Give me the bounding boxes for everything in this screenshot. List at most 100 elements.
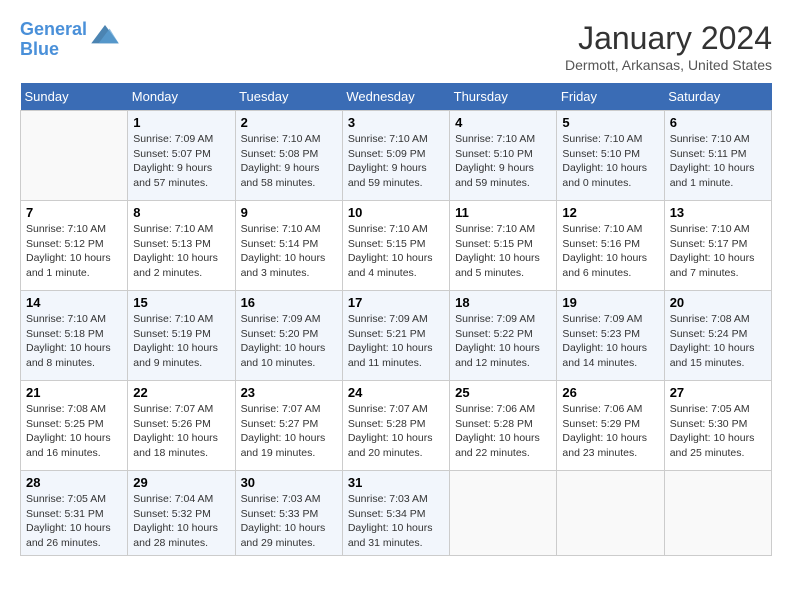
- calendar-week-2: 7Sunrise: 7:10 AMSunset: 5:12 PMDaylight…: [21, 201, 772, 291]
- day-number: 12: [562, 205, 658, 220]
- calendar-cell: 26 Sunrise: 7:06 AMSunset: 5:29 PMDayligh…: [557, 381, 664, 471]
- calendar-cell: 1 Sunrise: 7:09 AMSunset: 5:07 PMDaylight…: [128, 111, 235, 201]
- calendar-week-1: 1 Sunrise: 7:09 AMSunset: 5:07 PMDaylight…: [21, 111, 772, 201]
- location: Dermott, Arkansas, United States: [565, 57, 772, 73]
- calendar-cell: 8 Sunrise: 7:10 AMSunset: 5:13 PMDaylight…: [128, 201, 235, 291]
- day-number: 8: [133, 205, 229, 220]
- cell-sun-info: Sunrise: 7:08 AMSunset: 5:24 PMDaylight:…: [670, 312, 766, 371]
- calendar-cell: 9 Sunrise: 7:10 AMSunset: 5:14 PMDaylight…: [235, 201, 342, 291]
- calendar-cell: 7Sunrise: 7:10 AMSunset: 5:12 PMDaylight…: [21, 201, 128, 291]
- calendar-cell: 23 Sunrise: 7:07 AMSunset: 5:27 PMDayligh…: [235, 381, 342, 471]
- calendar-week-5: 28 Sunrise: 7:05 AMSunset: 5:31 PMDayligh…: [21, 471, 772, 556]
- calendar-cell: 17Sunrise: 7:09 AMSunset: 5:21 PMDayligh…: [342, 291, 449, 381]
- calendar-cell: 2Sunrise: 7:10 AMSunset: 5:08 PMDaylight…: [235, 111, 342, 201]
- cell-sun-info: Sunrise: 7:10 AMSunset: 5:10 PMDaylight:…: [455, 132, 551, 191]
- calendar-week-3: 14Sunrise: 7:10 AMSunset: 5:18 PMDayligh…: [21, 291, 772, 381]
- cell-sun-info: Sunrise: 7:09 AMSunset: 5:20 PMDaylight:…: [241, 312, 337, 371]
- cell-sun-info: Sunrise: 7:07 AMSunset: 5:28 PMDaylight:…: [348, 402, 444, 461]
- day-number: 6: [670, 115, 766, 130]
- calendar-cell: 20Sunrise: 7:08 AMSunset: 5:24 PMDayligh…: [664, 291, 771, 381]
- calendar-cell: 24 Sunrise: 7:07 AMSunset: 5:28 PMDayligh…: [342, 381, 449, 471]
- calendar-week-4: 21Sunrise: 7:08 AMSunset: 5:25 PMDayligh…: [21, 381, 772, 471]
- day-header-monday: Monday: [128, 83, 235, 111]
- day-number: 9: [241, 205, 337, 220]
- day-number: 25: [455, 385, 551, 400]
- cell-sun-info: Sunrise: 7:03 AMSunset: 5:33 PMDaylight:…: [241, 492, 337, 551]
- cell-sun-info: Sunrise: 7:07 AMSunset: 5:26 PMDaylight:…: [133, 402, 229, 461]
- calendar-cell: 14Sunrise: 7:10 AMSunset: 5:18 PMDayligh…: [21, 291, 128, 381]
- day-header-thursday: Thursday: [450, 83, 557, 111]
- day-number: 16: [241, 295, 337, 310]
- cell-sun-info: Sunrise: 7:09 AMSunset: 5:23 PMDaylight:…: [562, 312, 658, 371]
- day-header-friday: Friday: [557, 83, 664, 111]
- day-header-tuesday: Tuesday: [235, 83, 342, 111]
- day-number: 29: [133, 475, 229, 490]
- day-number: 24: [348, 385, 444, 400]
- cell-sun-info: Sunrise: 7:10 AMSunset: 5:17 PMDaylight:…: [670, 222, 766, 281]
- calendar-cell: 16 Sunrise: 7:09 AMSunset: 5:20 PMDayligh…: [235, 291, 342, 381]
- calendar-cell: 4 Sunrise: 7:10 AMSunset: 5:10 PMDaylight…: [450, 111, 557, 201]
- day-header-saturday: Saturday: [664, 83, 771, 111]
- title-area: January 2024 Dermott, Arkansas, United S…: [565, 20, 772, 73]
- day-number: 21: [26, 385, 122, 400]
- calendar-cell: 13Sunrise: 7:10 AMSunset: 5:17 PMDayligh…: [664, 201, 771, 291]
- cell-sun-info: Sunrise: 7:05 AMSunset: 5:31 PMDaylight:…: [26, 492, 122, 551]
- calendar-header-row: SundayMondayTuesdayWednesdayThursdayFrid…: [21, 83, 772, 111]
- cell-sun-info: Sunrise: 7:10 AMSunset: 5:13 PMDaylight:…: [133, 222, 229, 281]
- calendar-cell: 12Sunrise: 7:10 AMSunset: 5:16 PMDayligh…: [557, 201, 664, 291]
- logo: General Blue: [20, 20, 119, 60]
- cell-sun-info: Sunrise: 7:10 AMSunset: 5:15 PMDaylight:…: [348, 222, 444, 281]
- cell-sun-info: Sunrise: 7:10 AMSunset: 5:18 PMDaylight:…: [26, 312, 122, 371]
- calendar-cell: 28 Sunrise: 7:05 AMSunset: 5:31 PMDayligh…: [21, 471, 128, 556]
- calendar-cell: [664, 471, 771, 556]
- day-number: 31: [348, 475, 444, 490]
- calendar-cell: 22 Sunrise: 7:07 AMSunset: 5:26 PMDayligh…: [128, 381, 235, 471]
- day-number: 26: [562, 385, 658, 400]
- day-number: 18: [455, 295, 551, 310]
- day-number: 23: [241, 385, 337, 400]
- day-number: 4: [455, 115, 551, 130]
- day-number: 19: [562, 295, 658, 310]
- day-number: 17: [348, 295, 444, 310]
- calendar-cell: 25 Sunrise: 7:06 AMSunset: 5:28 PMDayligh…: [450, 381, 557, 471]
- calendar-cell: 19 Sunrise: 7:09 AMSunset: 5:23 PMDayligh…: [557, 291, 664, 381]
- month-title: January 2024: [565, 20, 772, 57]
- calendar-table: SundayMondayTuesdayWednesdayThursdayFrid…: [20, 83, 772, 556]
- cell-sun-info: Sunrise: 7:06 AMSunset: 5:29 PMDaylight:…: [562, 402, 658, 461]
- calendar-cell: [557, 471, 664, 556]
- calendar-cell: 27 Sunrise: 7:05 AMSunset: 5:30 PMDayligh…: [664, 381, 771, 471]
- day-number: 3: [348, 115, 444, 130]
- calendar-cell: 5Sunrise: 7:10 AMSunset: 5:10 PMDaylight…: [557, 111, 664, 201]
- calendar-cell: [450, 471, 557, 556]
- day-number: 22: [133, 385, 229, 400]
- logo-text: General Blue: [20, 20, 87, 60]
- cell-sun-info: Sunrise: 7:10 AMSunset: 5:09 PMDaylight:…: [348, 132, 444, 191]
- calendar-cell: 10Sunrise: 7:10 AMSunset: 5:15 PMDayligh…: [342, 201, 449, 291]
- calendar-cell: 18 Sunrise: 7:09 AMSunset: 5:22 PMDayligh…: [450, 291, 557, 381]
- day-number: 2: [241, 115, 337, 130]
- calendar-cell: 15Sunrise: 7:10 AMSunset: 5:19 PMDayligh…: [128, 291, 235, 381]
- cell-sun-info: Sunrise: 7:06 AMSunset: 5:28 PMDaylight:…: [455, 402, 551, 461]
- cell-sun-info: Sunrise: 7:03 AMSunset: 5:34 PMDaylight:…: [348, 492, 444, 551]
- day-number: 11: [455, 205, 551, 220]
- day-number: 27: [670, 385, 766, 400]
- calendar-cell: 11Sunrise: 7:10 AMSunset: 5:15 PMDayligh…: [450, 201, 557, 291]
- cell-sun-info: Sunrise: 7:10 AMSunset: 5:10 PMDaylight:…: [562, 132, 658, 191]
- cell-sun-info: Sunrise: 7:09 AMSunset: 5:22 PMDaylight:…: [455, 312, 551, 371]
- day-number: 30: [241, 475, 337, 490]
- cell-sun-info: Sunrise: 7:10 AMSunset: 5:14 PMDaylight:…: [241, 222, 337, 281]
- calendar-cell: 3 Sunrise: 7:10 AMSunset: 5:09 PMDaylight…: [342, 111, 449, 201]
- cell-sun-info: Sunrise: 7:10 AMSunset: 5:12 PMDaylight:…: [26, 222, 122, 281]
- page-header: General Blue January 2024 Dermott, Arkan…: [20, 20, 772, 73]
- cell-sun-info: Sunrise: 7:09 AMSunset: 5:07 PMDaylight:…: [133, 132, 229, 191]
- day-number: 1: [133, 115, 229, 130]
- calendar-cell: 31 Sunrise: 7:03 AMSunset: 5:34 PMDayligh…: [342, 471, 449, 556]
- calendar-cell: 30 Sunrise: 7:03 AMSunset: 5:33 PMDayligh…: [235, 471, 342, 556]
- calendar-cell: 21Sunrise: 7:08 AMSunset: 5:25 PMDayligh…: [21, 381, 128, 471]
- calendar-cell: 6 Sunrise: 7:10 AMSunset: 5:11 PMDaylight…: [664, 111, 771, 201]
- cell-sun-info: Sunrise: 7:07 AMSunset: 5:27 PMDaylight:…: [241, 402, 337, 461]
- cell-sun-info: Sunrise: 7:10 AMSunset: 5:11 PMDaylight:…: [670, 132, 766, 191]
- day-header-wednesday: Wednesday: [342, 83, 449, 111]
- day-number: 28: [26, 475, 122, 490]
- cell-sun-info: Sunrise: 7:05 AMSunset: 5:30 PMDaylight:…: [670, 402, 766, 461]
